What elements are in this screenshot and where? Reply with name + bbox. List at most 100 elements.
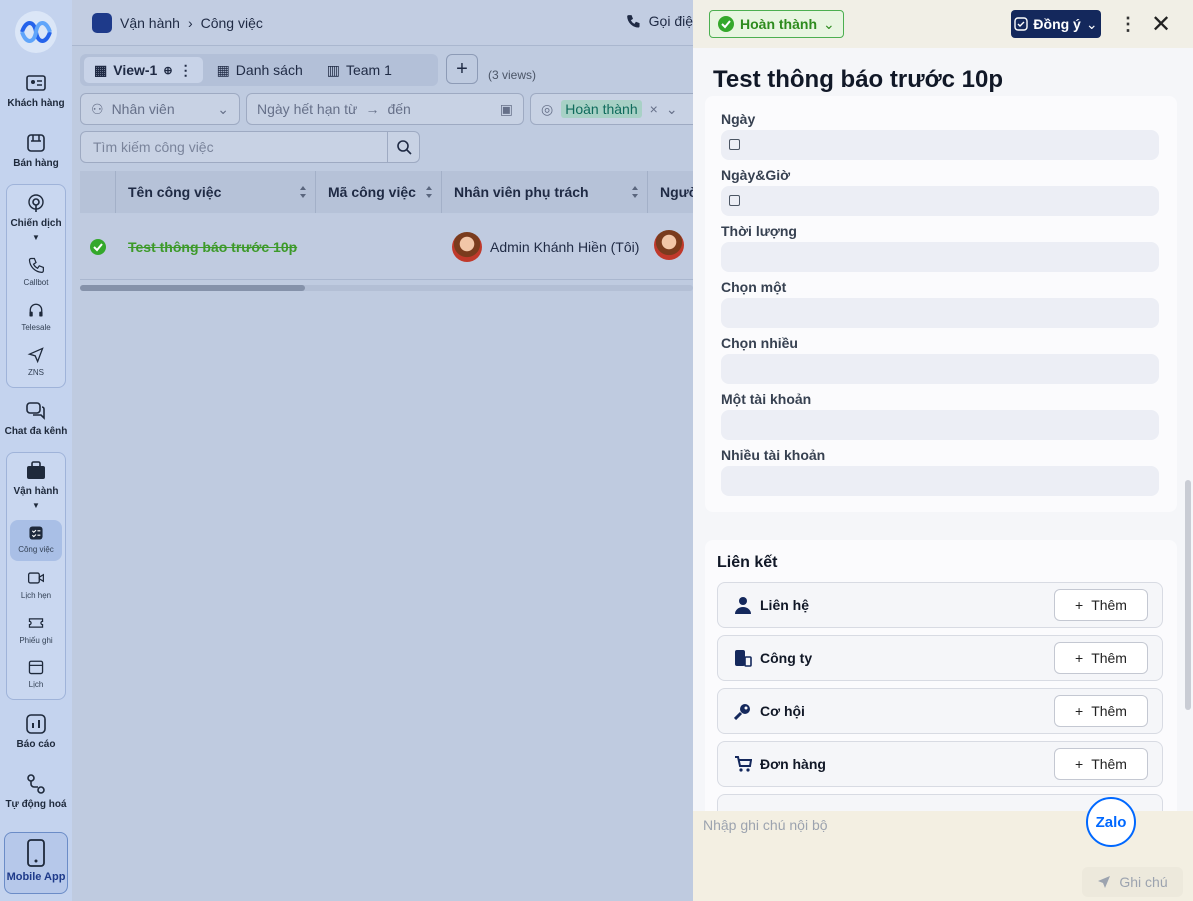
rail-calendar-label: Lịch (28, 680, 44, 689)
row-creator (648, 230, 693, 263)
search-input[interactable] (81, 132, 387, 162)
plus-icon: + (1075, 597, 1084, 613)
date-to-placeholder: đến (387, 101, 411, 117)
due-date-range[interactable]: Ngày hết hạn từ → đến ▣ (246, 93, 524, 125)
add-view-button[interactable]: + (446, 54, 478, 84)
check-circle-icon (718, 16, 734, 32)
send-note-button[interactable]: Ghi chú (1082, 867, 1183, 897)
single-account-field[interactable] (721, 410, 1159, 440)
rail-tickets[interactable]: Phiếu ghi (4, 614, 68, 645)
zalo-chat-button[interactable]: Zalo (1086, 797, 1136, 847)
column-creator[interactable]: Người (648, 171, 693, 213)
datetime-field[interactable] (721, 186, 1159, 216)
rail-omnichat[interactable]: Chat đa kênh (4, 400, 68, 437)
plus-icon: + (1075, 756, 1084, 772)
field-label: Nhiều tài khoản (721, 447, 826, 463)
task-title: Test thông báo trước 10p (713, 66, 1004, 93)
row-task-name[interactable]: Test thông báo trước 10p (116, 239, 316, 255)
single-select-field[interactable] (721, 298, 1159, 328)
rail-automation[interactable]: Tự động hoá (4, 773, 68, 810)
phone-icon (626, 15, 640, 28)
multi-account-field[interactable] (721, 466, 1159, 496)
rail-callbot-label: Callbot (23, 278, 49, 287)
duration-field[interactable] (721, 242, 1159, 272)
rail-telesale[interactable]: Telesale (4, 301, 68, 332)
column-assignee[interactable]: Nhân viên phụ trách (442, 171, 648, 213)
rail-campaigns[interactable]: Chiến dịch ▼ (4, 192, 68, 242)
calendar-icon (729, 195, 740, 206)
rail-sales[interactable]: Bán hàng (4, 132, 68, 169)
rail-appointments[interactable]: Lịch hẹn (4, 569, 68, 600)
task-list-icon (29, 526, 43, 540)
add-contact-button[interactable]: + Thêm (1054, 589, 1148, 621)
rail-customers[interactable]: Khách hàng (4, 72, 68, 109)
sort-icon[interactable] (425, 185, 433, 199)
tab-danh-sach[interactable]: ▦ Danh sách (207, 57, 313, 83)
add-order-button[interactable]: + Thêm (1054, 748, 1148, 780)
staff-filter[interactable]: ⚇ Nhân viên ⌄ (80, 93, 240, 125)
close-icon[interactable]: × (650, 101, 658, 117)
add-opportunity-button[interactable]: + Thêm (1054, 695, 1148, 727)
agree-button[interactable]: Đồng ý ⌄ (1011, 10, 1101, 38)
more-options-icon[interactable]: ⋮ (1119, 14, 1137, 35)
vertical-scrollbar[interactable] (1185, 480, 1191, 710)
avatar (654, 230, 684, 260)
views-count: (3 views) (488, 68, 537, 82)
bar-chart-icon (26, 714, 46, 734)
tab-team-1[interactable]: ▥ Team 1 (317, 57, 402, 83)
row-status (80, 238, 116, 256)
plus-icon: + (1075, 650, 1084, 666)
column-task-name[interactable]: Tên công việc (116, 171, 316, 213)
sort-icon[interactable] (631, 185, 639, 199)
status-label: Hoàn thành (740, 16, 817, 32)
sort-icon[interactable] (299, 185, 307, 199)
app-logo[interactable] (14, 10, 58, 54)
chat-bubbles-icon (26, 402, 45, 420)
rail-reports[interactable]: Báo cáo (4, 713, 68, 750)
rail-callbot[interactable]: Callbot (4, 256, 68, 287)
tab-view-1[interactable]: ▦ View-1 ⊕ ⋮ (84, 57, 203, 83)
rail-reports-label: Báo cáo (16, 739, 56, 750)
scrollbar-thumb[interactable] (80, 285, 305, 291)
status-filter[interactable]: ◎ Hoàn thành × ⌄ (530, 93, 700, 125)
rail-tasks[interactable]: Công việc (10, 520, 62, 561)
check-square-icon (1014, 17, 1029, 31)
rail-campaigns-label: Chiến dịch (10, 218, 62, 229)
building-icon (735, 650, 752, 667)
mobile-app-label: Mobile App (6, 871, 66, 883)
kanban-icon: ▥ (326, 61, 340, 78)
table-icon: ▦ (94, 61, 108, 78)
more-icon[interactable]: ⋮ (179, 62, 193, 79)
note-input[interactable] (693, 811, 1073, 871)
task-search (80, 131, 420, 163)
multi-select-field[interactable] (721, 354, 1159, 384)
chevron-down-icon[interactable]: ▼ (4, 233, 68, 242)
add-label: Thêm (1091, 703, 1127, 719)
mobile-app-button[interactable]: Mobile App (4, 832, 68, 894)
table-row[interactable]: Test thông báo trước 10p Admin Khánh Hiề… (80, 214, 693, 280)
avatar (452, 231, 482, 262)
add-company-button[interactable]: + Thêm (1054, 642, 1148, 674)
task-name: Test thông báo trước 10p (128, 238, 298, 255)
close-icon[interactable]: ✕ (1151, 10, 1171, 39)
status-dropdown[interactable]: Hoàn thành ⌄ (709, 10, 844, 38)
phone-icon (28, 257, 44, 273)
rail-telesale-label: Telesale (21, 323, 51, 332)
rail-tickets-label: Phiếu ghi (19, 636, 53, 645)
rail-zns[interactable]: ZNS (4, 346, 68, 377)
search-button[interactable] (387, 131, 419, 163)
breadcrumb-section[interactable]: Vận hành (120, 15, 180, 31)
zalo-label: Zalo (1095, 813, 1127, 831)
column-task-code[interactable]: Mã công việc (316, 171, 442, 213)
link-label: Cơ hội (760, 703, 805, 719)
status-filter-tag: Hoàn thành (561, 100, 642, 118)
check-circle-icon (90, 238, 106, 255)
rail-operations[interactable]: Vận hành ▼ (4, 460, 68, 510)
call-button[interactable]: Gọi điệ (625, 13, 693, 29)
horizontal-scrollbar[interactable] (80, 285, 693, 291)
tab-label: Team 1 (345, 62, 392, 78)
rail-calendar[interactable]: Lịch (4, 658, 68, 689)
key-icon (734, 704, 750, 720)
chevron-down-icon[interactable]: ▼ (4, 501, 68, 510)
date-field[interactable] (721, 130, 1159, 160)
